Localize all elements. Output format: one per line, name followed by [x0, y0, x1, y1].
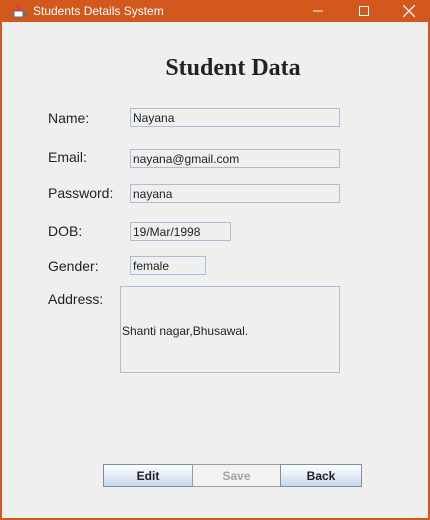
- back-button[interactable]: Back: [280, 464, 362, 487]
- maximize-button[interactable]: [341, 0, 387, 22]
- minimize-icon: [313, 10, 323, 12]
- close-button[interactable]: [386, 0, 430, 22]
- name-field[interactable]: Nayana: [130, 108, 340, 127]
- password-label: Password:: [48, 185, 114, 201]
- edit-button[interactable]: Edit: [103, 464, 193, 487]
- gender-field[interactable]: female: [130, 256, 206, 275]
- email-field[interactable]: nayana@gmail.com: [130, 149, 340, 168]
- dob-field[interactable]: 19/Mar/1998: [130, 222, 231, 241]
- title-bar[interactable]: Students Details System: [2, 0, 430, 22]
- page-title: Student Data: [165, 55, 301, 81]
- app-window: Students Details System Student Data Nam…: [0, 0, 430, 520]
- save-button[interactable]: Save: [192, 464, 281, 487]
- address-text: Shanti nagar,Bhusawal.: [122, 324, 249, 338]
- email-label: Email:: [48, 149, 87, 165]
- maximize-icon: [359, 6, 369, 16]
- close-icon: [403, 5, 415, 17]
- minimize-button[interactable]: [295, 0, 341, 22]
- address-label: Address:: [48, 291, 104, 307]
- password-field[interactable]: nayana: [130, 184, 340, 203]
- window-title: Students Details System: [33, 4, 164, 18]
- address-textarea[interactable]: Shanti nagar,Bhusawal.: [120, 286, 340, 373]
- name-label: Name:: [48, 110, 90, 126]
- java-icon: [11, 3, 27, 19]
- gender-label: Gender:: [48, 258, 99, 274]
- dob-label: DOB:: [48, 223, 83, 239]
